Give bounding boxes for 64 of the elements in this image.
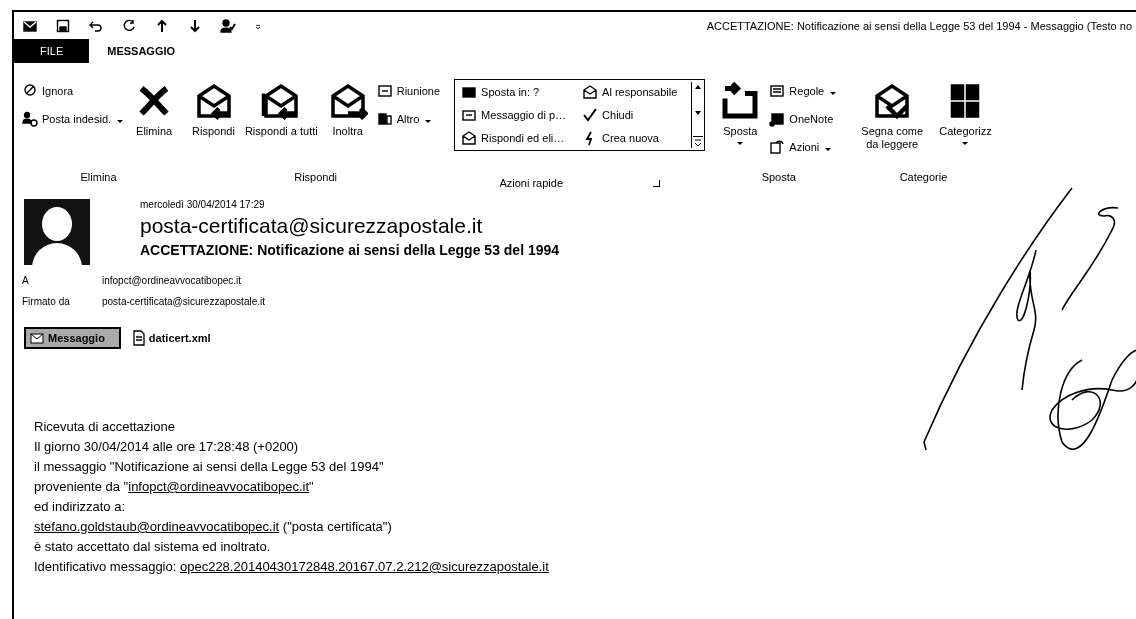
email-link[interactable]: stefano.goldstaub@ordineavvocatibopec.it	[34, 519, 280, 534]
move-folder-icon	[720, 81, 761, 121]
ribbon-button[interactable]: Rispondi a tutti	[241, 77, 321, 165]
message-subject: ACCETTAZIONE: Notificazione ai sensi della Legge 53 del 1994	[140, 242, 560, 258]
body-text: ed indirizzato a:	[34, 499, 126, 514]
ribbon-button[interactable]: Categorizz	[936, 77, 995, 165]
ribbon-button[interactable]: Rispondi	[189, 77, 238, 165]
ribbon-button[interactable]: Sposta in: ?	[459, 82, 569, 102]
field-value: infopct@ordineavvocatibopec.it	[102, 275, 242, 286]
scroll-down-icon[interactable]	[695, 110, 702, 115]
envelope-icon	[22, 18, 38, 34]
ignore-icon	[22, 83, 38, 99]
ribbon-button[interactable]: Riunione	[374, 81, 443, 101]
body-text: Identificativo messaggio:	[34, 559, 178, 574]
ribbon-button[interactable]: Azioni	[767, 137, 841, 157]
ribbon-tab[interactable]: FILE	[14, 39, 90, 63]
ribbon-button[interactable]: Posta indesid.	[20, 109, 128, 129]
field-label: A	[22, 275, 30, 286]
down-arrow-icon	[187, 18, 203, 34]
group-label: Azioni rapide	[499, 177, 563, 189]
ribbon-button[interactable]: Inoltra	[324, 77, 371, 165]
body-text: Il giorno 30/04/2014 alle ore 17:28:48 (+0200)	[34, 439, 299, 454]
group-label: Rispondi	[294, 171, 337, 183]
dialog-launcher-icon[interactable]	[653, 179, 660, 187]
ribbon-button[interactable]: Elimina	[131, 77, 178, 165]
message-date: mercoledì 30/04/2014 17:29	[140, 199, 266, 210]
field-label: Firmato da	[22, 296, 71, 307]
window-title: ACCETTAZIONE: Notificazione ai sensi della Legge 53 del 1994 - Messaggio (Testo no	[706, 20, 1132, 32]
body-text: è stato accettato dal sistema ed inoltrato.	[34, 539, 271, 554]
group-label: Categorie	[899, 171, 948, 183]
ribbon-button[interactable]: Ignora	[20, 81, 128, 101]
ribbon-button[interactable]: Al responsabile	[580, 82, 680, 102]
scroll-up-icon[interactable]	[695, 85, 702, 89]
save-icon	[55, 18, 71, 34]
body-text: il messaggio "Notificazione ai sensi della Legge 53 del 1994"	[34, 459, 384, 474]
avatar-silhouette	[24, 199, 90, 265]
sender-address: posta-certificata@sicurezzapostale.it	[140, 214, 484, 238]
body-text: proveniente da "	[34, 479, 129, 494]
rules-icon	[769, 83, 786, 99]
file-icon	[132, 330, 145, 346]
ribbon-button[interactable]: Chiudi	[580, 105, 680, 125]
ribbon-button[interactable]: Crea nuova	[580, 128, 680, 148]
ribbon-button[interactable]: Rispondi ed eli…	[459, 128, 569, 148]
attachment[interactable]: Messaggio	[24, 327, 121, 349]
email-link[interactable]: infopct@ordineavvocatibopec.it	[128, 479, 310, 494]
body-text: "	[309, 479, 314, 494]
field-value: posta-certificata@sicurezzapostale.it	[102, 296, 265, 307]
group-label: Elimina	[80, 171, 117, 183]
attachment[interactable]: daticert.xml	[126, 327, 227, 349]
group-label: Sposta	[761, 171, 796, 183]
ribbon-button[interactable]: OneNote	[767, 109, 841, 129]
ribbon-button[interactable]: Altro	[374, 109, 443, 129]
expand-gallery-icon[interactable]	[693, 136, 704, 148]
ribbon-button[interactable]: Regole	[767, 81, 841, 101]
redo-icon	[121, 18, 137, 34]
ribbon-button[interactable]: Sposta	[717, 77, 764, 165]
email-link[interactable]: opec228.20140430172848.20167.07.2.212@sicurezzapostale.it	[179, 559, 549, 574]
envelope-icon	[30, 332, 44, 344]
ribbon-button[interactable]: Segna come da leggere	[852, 77, 933, 165]
junk-mail-icon	[22, 111, 38, 127]
checkmark-icon	[582, 107, 599, 123]
body-text: ("posta certificata")	[281, 519, 392, 534]
ribbon-button[interactable]: Messaggio di p…	[459, 105, 569, 125]
body-text: Ricevuta di accettazione	[34, 419, 175, 434]
